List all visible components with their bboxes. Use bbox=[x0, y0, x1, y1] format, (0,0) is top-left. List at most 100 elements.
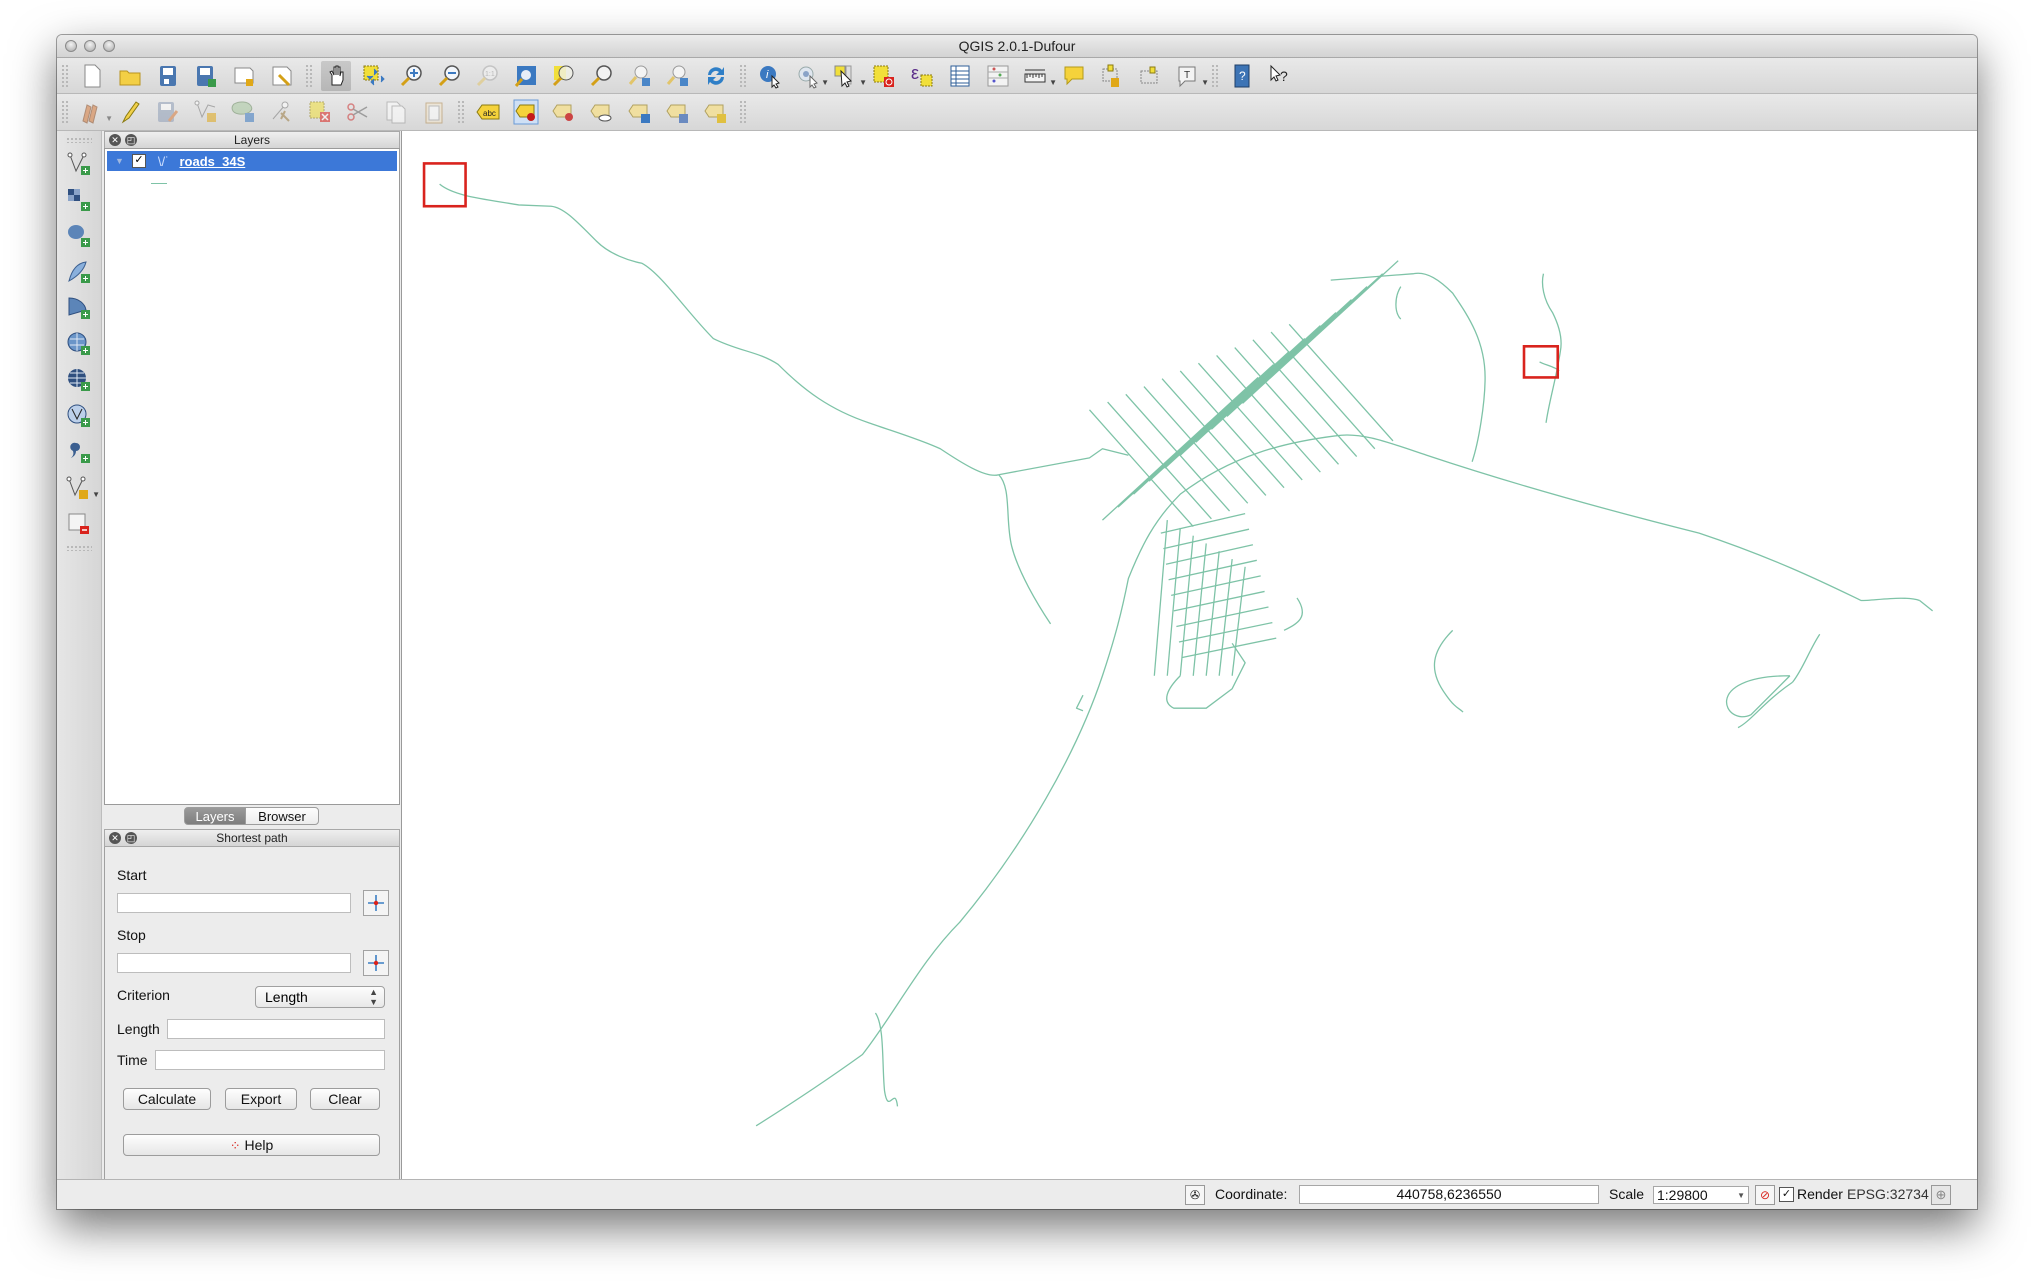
stop-field[interactable] bbox=[117, 953, 351, 973]
add-postgis-layer-button[interactable] bbox=[64, 221, 94, 251]
measure-line-button[interactable]: ▼ bbox=[1021, 61, 1057, 91]
crs-label[interactable]: EPSG:32734 bbox=[1847, 1186, 1929, 1202]
save-project-as-button[interactable] bbox=[191, 61, 221, 91]
close-panel-icon[interactable]: ✕ bbox=[109, 134, 121, 146]
cut-features-button[interactable] bbox=[343, 97, 373, 127]
new-print-composer-button[interactable] bbox=[229, 61, 259, 91]
current-edits-button[interactable]: ▼ bbox=[77, 97, 113, 127]
zoom-full-button[interactable] bbox=[511, 61, 541, 91]
toolbar-grip[interactable] bbox=[739, 63, 747, 88]
add-raster-layer-button[interactable] bbox=[64, 185, 94, 215]
remove-layer-button[interactable] bbox=[64, 509, 94, 539]
identify-button[interactable]: i bbox=[755, 61, 785, 91]
zoom-to-selection-button[interactable] bbox=[549, 61, 579, 91]
help-button[interactable]: ⁘ Help bbox=[123, 1134, 380, 1156]
criterion-select[interactable]: Length ▲ ▼ bbox=[255, 986, 385, 1008]
move-label-button[interactable] bbox=[625, 97, 655, 127]
toolbar-grip[interactable] bbox=[66, 545, 92, 551]
save-layer-edits-button[interactable] bbox=[153, 97, 183, 127]
new-shapefile-layer-button[interactable]: ▼ bbox=[64, 473, 100, 503]
layer-labeling-button[interactable]: abc bbox=[473, 97, 503, 127]
close-panel-icon[interactable]: ✕ bbox=[109, 832, 121, 844]
tab-layers[interactable]: Layers bbox=[184, 807, 246, 825]
render-checkbox[interactable]: ✓ bbox=[1779, 1187, 1794, 1202]
run-action-button[interactable]: ▼ bbox=[793, 61, 829, 91]
expand-arrow-icon[interactable]: ▼ bbox=[115, 156, 124, 166]
pan-map-button[interactable] bbox=[321, 60, 351, 91]
toolbar-grip[interactable] bbox=[66, 137, 92, 143]
save-project-button[interactable] bbox=[153, 61, 183, 91]
toggle-coordinate-icon[interactable]: ✇ bbox=[1185, 1185, 1205, 1205]
refresh-button[interactable] bbox=[701, 61, 731, 91]
expression-select-button[interactable]: ε bbox=[907, 61, 937, 91]
dropdown-arrow-icon[interactable]: ▼ bbox=[859, 78, 867, 87]
highlight-pinned-labels-button[interactable] bbox=[511, 97, 541, 127]
toolbar-grip[interactable] bbox=[739, 100, 747, 124]
toggle-editing-button[interactable] bbox=[115, 97, 145, 127]
new-bookmark-button[interactable] bbox=[1097, 61, 1127, 91]
zoom-in-button[interactable] bbox=[397, 61, 427, 91]
toolbar-grip[interactable] bbox=[61, 100, 69, 124]
add-mssql-layer-button[interactable] bbox=[64, 293, 94, 323]
pan-to-selection-button[interactable] bbox=[359, 61, 389, 91]
map-tips-button[interactable] bbox=[1059, 61, 1089, 91]
copy-features-button[interactable] bbox=[381, 97, 411, 127]
composer-manager-button[interactable] bbox=[267, 61, 297, 91]
node-tool-button[interactable] bbox=[267, 97, 297, 127]
roads-map[interactable] bbox=[402, 131, 1977, 1179]
tab-browser[interactable]: Browser bbox=[245, 807, 319, 825]
zoom-window-button[interactable] bbox=[103, 40, 115, 52]
dropdown-arrow-icon[interactable]: ▼ bbox=[1049, 78, 1057, 87]
toolbar-grip[interactable] bbox=[61, 63, 69, 88]
toolbar-grip[interactable] bbox=[305, 63, 313, 88]
dropdown-arrow-icon[interactable]: ▼ bbox=[105, 114, 113, 123]
field-calculator-button[interactable] bbox=[983, 61, 1013, 91]
zoom-last-button[interactable] bbox=[625, 61, 655, 91]
pick-start-point-button[interactable] bbox=[363, 890, 389, 916]
map-canvas[interactable] bbox=[401, 131, 1977, 1179]
stop-rendering-icon[interactable]: ⊘ bbox=[1755, 1185, 1775, 1205]
add-vector-layer-button[interactable] bbox=[64, 149, 94, 179]
dropdown-arrow-icon[interactable]: ▼ bbox=[1201, 78, 1209, 87]
toolbar-grip[interactable] bbox=[1211, 63, 1219, 88]
paste-features-button[interactable] bbox=[419, 97, 449, 127]
scale-combobox[interactable]: 1:29800 ▼ bbox=[1653, 1186, 1749, 1204]
text-annotation-button[interactable]: T ▼ bbox=[1173, 61, 1209, 91]
add-wms-layer-button[interactable] bbox=[64, 329, 94, 359]
time-field[interactable] bbox=[155, 1050, 385, 1070]
deselect-all-button[interactable] bbox=[869, 61, 899, 91]
minimize-window-button[interactable] bbox=[84, 40, 96, 52]
add-spatialite-layer-button[interactable] bbox=[64, 257, 94, 287]
toolbar-grip[interactable] bbox=[457, 100, 465, 124]
zoom-to-layer-button[interactable] bbox=[587, 61, 617, 91]
help-contents-button[interactable]: ? bbox=[1227, 61, 1257, 91]
add-delimited-text-layer-button[interactable] bbox=[64, 437, 94, 467]
move-feature-button[interactable] bbox=[229, 97, 259, 127]
zoom-out-button[interactable] bbox=[435, 61, 465, 91]
coordinate-field[interactable]: 440758,6236550 bbox=[1299, 1185, 1599, 1204]
layer-visibility-checkbox[interactable]: ✓ bbox=[131, 154, 146, 168]
show-hide-labels-button[interactable] bbox=[587, 97, 617, 127]
whats-this-button[interactable]: ? bbox=[1265, 61, 1295, 91]
length-field[interactable] bbox=[167, 1019, 385, 1039]
clear-button[interactable]: Clear bbox=[310, 1088, 380, 1110]
start-field[interactable] bbox=[117, 893, 351, 913]
close-window-button[interactable] bbox=[65, 40, 77, 52]
dropdown-arrow-icon[interactable]: ▼ bbox=[821, 78, 829, 87]
zoom-next-button[interactable] bbox=[663, 61, 693, 91]
add-wcs-layer-button[interactable] bbox=[64, 365, 94, 395]
dropdown-arrow-icon[interactable]: ▼ bbox=[92, 490, 100, 499]
zoom-actual-size-button[interactable]: 1:1 bbox=[473, 61, 503, 91]
add-wfs-layer-button[interactable] bbox=[64, 401, 94, 431]
new-project-button[interactable] bbox=[77, 61, 107, 91]
delete-selected-button[interactable] bbox=[305, 97, 335, 127]
pin-labels-button[interactable] bbox=[549, 97, 579, 127]
crs-globe-icon[interactable]: ⊕ bbox=[1931, 1185, 1951, 1205]
export-button[interactable]: Export bbox=[225, 1088, 297, 1110]
float-panel-icon[interactable]: ◰ bbox=[125, 832, 137, 844]
calculate-button[interactable]: Calculate bbox=[123, 1088, 211, 1110]
float-panel-icon[interactable]: ◰ bbox=[125, 134, 137, 146]
attribute-table-button[interactable] bbox=[945, 61, 975, 91]
layer-item[interactable]: ▼ ✓ \/˙ roads_34S bbox=[107, 151, 397, 171]
select-features-button[interactable]: ▼ bbox=[831, 61, 867, 91]
